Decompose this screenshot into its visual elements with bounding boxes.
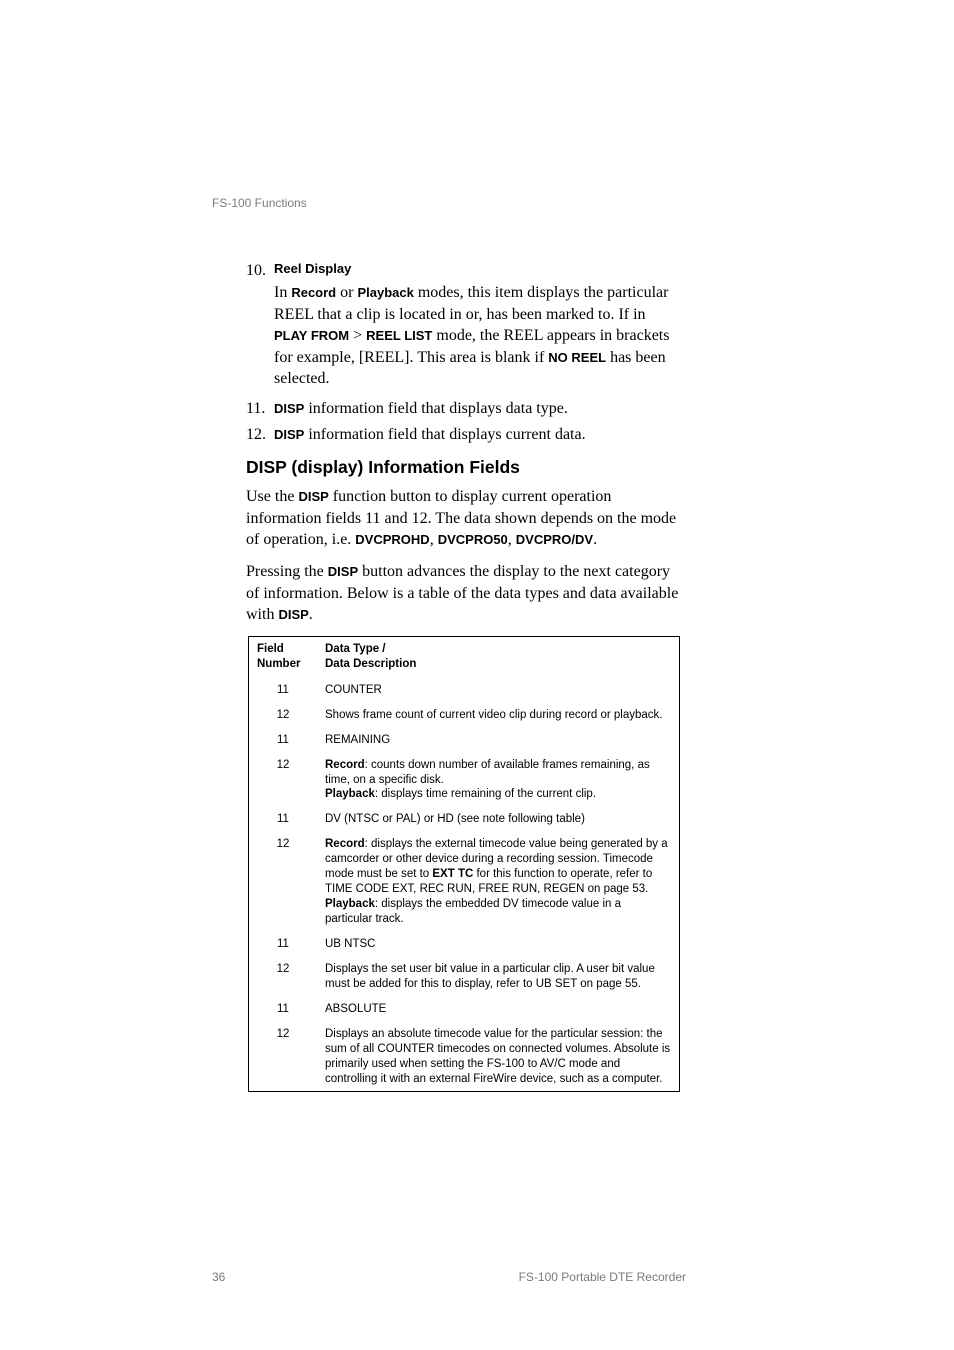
record-label: Record: [325, 759, 365, 771]
disp-label: DISP: [274, 427, 304, 442]
data-description-cell: Displays the set user bit value in a par…: [317, 957, 680, 997]
list-number: 12.: [246, 424, 270, 446]
table-header-row: Field Number Data Type / Data Descriptio…: [249, 636, 680, 678]
play-from-label: PLAY FROM: [274, 328, 349, 343]
list-item-11: 11. DISP information field that displays…: [246, 398, 686, 420]
text: Number: [257, 658, 300, 670]
field-number-cell: 12: [249, 703, 318, 728]
reel-display-title: Reel Display: [274, 261, 351, 276]
col-header-field-number: Field Number: [249, 636, 318, 678]
reel-display-para: In Record or Playback modes, this item d…: [274, 282, 678, 390]
table-row: 12Displays an absolute timecode value fo…: [249, 1022, 680, 1092]
field-number-cell: 11: [249, 678, 318, 703]
field-number-cell: 12: [249, 753, 318, 808]
text: information field that displays current …: [304, 426, 585, 443]
prose-2: Pressing the DISP button advances the di…: [246, 561, 686, 626]
list-item-10: 10. Reel Display In Record or Playback m…: [246, 260, 686, 394]
data-description-cell: COUNTER: [317, 678, 680, 703]
text: .: [309, 606, 313, 623]
data-description-cell: UB NTSC: [317, 932, 680, 957]
disp-label: DISP: [274, 401, 304, 416]
playback-label: Playback: [325, 788, 375, 800]
reel-list-label: REEL LIST: [366, 328, 432, 343]
text: Data Description: [325, 658, 416, 670]
data-description-cell: REMAINING: [317, 728, 680, 753]
table-row: 11COUNTER: [249, 678, 680, 703]
table-row: 12Shows frame count of current video cli…: [249, 703, 680, 728]
field-number-cell: 11: [249, 807, 318, 832]
list-item-12: 12. DISP information field that displays…: [246, 424, 686, 446]
text: ,: [508, 531, 516, 548]
disp-label: DISP: [298, 489, 328, 504]
field-number-cell: 12: [249, 957, 318, 997]
data-description-cell: Record: counts down number of available …: [317, 753, 680, 808]
list-body: DISP information field that displays dat…: [274, 398, 678, 420]
table-row: 11REMAINING: [249, 728, 680, 753]
no-reel-label: NO REEL: [548, 350, 606, 365]
col-header-data-type: Data Type / Data Description: [317, 636, 680, 678]
table-row: 11UB NTSC: [249, 932, 680, 957]
dvcprodv-label: DVCPRO/DV: [516, 532, 593, 547]
disp-table: Field Number Data Type / Data Descriptio…: [248, 636, 680, 1093]
disp-label: DISP: [328, 564, 358, 579]
field-number-cell: 12: [249, 832, 318, 932]
field-number-cell: 12: [249, 1022, 318, 1092]
ext-tc-label: EXT TC: [432, 868, 473, 880]
data-description-cell: Displays an absolute timecode value for …: [317, 1022, 680, 1092]
prose-1: Use the DISP function button to display …: [246, 486, 686, 551]
disp-label: DISP: [278, 607, 308, 622]
text: ,: [430, 531, 438, 548]
text: Data Type /: [325, 643, 386, 655]
table-row: 12Displays the set user bit value in a p…: [249, 957, 680, 997]
playback-label: Playback: [325, 898, 375, 910]
list-number: 10.: [246, 260, 270, 282]
list-body: Reel Display In Record or Playback modes…: [274, 260, 678, 394]
data-description-cell: Shows frame count of current video clip …: [317, 703, 680, 728]
field-number-cell: 11: [249, 997, 318, 1022]
publication-title: FS-100 Portable DTE Recorder: [519, 1270, 686, 1284]
text: Use the: [246, 488, 298, 505]
data-description-cell: Record: displays the external timecode v…: [317, 832, 680, 932]
running-header: FS-100 Functions: [212, 196, 307, 210]
page-content: 10. Reel Display In Record or Playback m…: [246, 260, 686, 1092]
text: .: [593, 531, 597, 548]
text: information field that displays data typ…: [304, 400, 568, 417]
field-number-cell: 11: [249, 932, 318, 957]
list-body: DISP information field that displays cur…: [274, 424, 678, 446]
data-description-cell: DV (NTSC or PAL) or HD (see note followi…: [317, 807, 680, 832]
page-footer: 36 FS-100 Portable DTE Recorder: [212, 1270, 686, 1284]
list-number: 11.: [246, 398, 270, 420]
record-label: Record: [291, 285, 336, 300]
dvcprohd-label: DVCPROHD: [355, 532, 429, 547]
table-row: 11ABSOLUTE: [249, 997, 680, 1022]
playback-label: Playback: [357, 285, 413, 300]
page-number: 36: [212, 1270, 225, 1284]
text: >: [349, 327, 366, 344]
table-row: 12Record: counts down number of availabl…: [249, 753, 680, 808]
data-description-cell: ABSOLUTE: [317, 997, 680, 1022]
text: Field: [257, 643, 284, 655]
section-heading: DISP (display) Information Fields: [246, 457, 686, 478]
text: Pressing the: [246, 563, 328, 580]
table-row: 12Record: displays the external timecode…: [249, 832, 680, 932]
dvcpro50-label: DVCPRO50: [438, 532, 508, 547]
field-number-cell: 11: [249, 728, 318, 753]
text: or: [336, 284, 357, 301]
record-label: Record: [325, 838, 365, 850]
table-row: 11DV (NTSC or PAL) or HD (see note follo…: [249, 807, 680, 832]
text: In: [274, 284, 291, 301]
